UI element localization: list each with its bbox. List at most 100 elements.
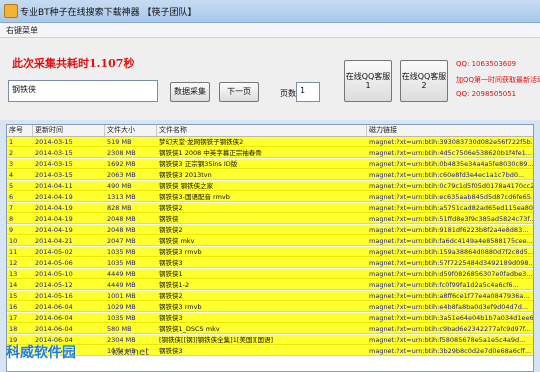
table-row[interactable]: 10 2014-04-21 2047 MB 钢铁侠 mkv magnet:?xt=urn…: [7, 236, 533, 246]
next-page-button[interactable]: 下一页: [219, 82, 259, 102]
qq-promo-text: 加QQ第一时间获取最新活动: [456, 76, 540, 84]
cell-name: 钢铁侠3 正宗钢3Sins ID版: [159, 160, 238, 168]
cell-name: 钢铁侠3: [159, 314, 183, 322]
cell-size: 2308 MB: [107, 149, 136, 157]
cell-date: 2014-04-19: [35, 215, 73, 223]
cell-date: 2014-03-15: [35, 160, 73, 168]
table-row[interactable]: 5 2014-04-11 490 MB 钢铁侠 钢铁侠之家 magnet:?xt=urn…: [7, 181, 533, 191]
cell-link: magnet:?xt=urn:btih:a8ff6ce1f77e4a084793…: [369, 292, 530, 300]
cell-n: 9: [9, 226, 14, 234]
table-row[interactable]: 19 2014-06-04 2304 MB [钢铁侠[[钢]]钢铁侠全集]1[美国][…: [7, 335, 533, 345]
qq-service-1-button[interactable]: 在线QQ客服1: [344, 60, 392, 102]
cell-n: 11: [9, 248, 18, 256]
cell-link: magnet:?xt=urn:btih:57f7225484d3492189d0…: [369, 259, 534, 267]
qq-service-2-button[interactable]: 在线QQ客服2: [400, 60, 448, 102]
cell-size: 490 MB: [107, 182, 132, 190]
cell-n: 6: [9, 193, 14, 201]
watermark-url: kkx.net: [112, 347, 150, 358]
cell-name: 钢铁侠: [159, 215, 179, 223]
title-bar: 专业BT种子在线搜索下载神器 【筷子团队】: [0, 0, 540, 23]
qq-contact-1: QQ: 1063503609: [456, 60, 517, 68]
table-row[interactable]: 3 2014-03-15 1692 MB 钢铁侠3 正宗钢3Sins ID版 magne…: [7, 159, 533, 169]
cell-name: 梦幻天堂·龙网钢铁子钢铁侠2: [159, 138, 244, 146]
cell-size: 2304 MB: [107, 336, 136, 344]
cell-date: 2014-04-19: [35, 193, 73, 201]
cell-name: 钢铁侠 钢铁侠之家: [159, 182, 214, 190]
cell-date: 2014-05-10: [35, 270, 73, 278]
cell-n: 15: [9, 292, 18, 300]
table-row[interactable]: 7 2014-04-19 828 MB 钢铁侠2 magnet:?xt=urn:btih…: [7, 203, 534, 213]
cell-n: 8: [9, 215, 14, 223]
cell-size: 2048 MB: [107, 226, 136, 234]
cell-link: magnet:?xt=urn:btih:c9bad6e2342277afc9d9…: [369, 325, 531, 333]
cell-date: 2014-03-15: [35, 138, 73, 146]
cell-link: magnet:?xt=urn:btih:a5751cad82ad65ed115e…: [369, 204, 534, 212]
cell-date: 2014-05-16: [35, 292, 73, 300]
cell-size: 4449 MB: [107, 270, 136, 278]
table-row[interactable]: 18 2014-06-04 580 MB 钢铁侠1_DSCS mkv magnet:?x…: [7, 324, 533, 334]
cell-size: 1035 MB: [107, 259, 136, 267]
cell-name: 钢铁侠3 rmvb: [159, 248, 202, 256]
results-table: 序号 更新时间 文件大小 文件名称 磁力链接 1 2014-03-15 519 MB…: [6, 124, 534, 372]
collect-button[interactable]: 数据采集: [170, 82, 210, 102]
column-header-index[interactable]: 序号: [7, 125, 33, 136]
page-label: 页数: [280, 89, 296, 98]
column-header-magnet[interactable]: 磁力链接: [367, 125, 533, 136]
cell-date: 2014-04-21: [35, 237, 73, 245]
table-header: 序号 更新时间 文件大小 文件名称 磁力链接: [7, 125, 533, 137]
page-input[interactable]: 1: [296, 82, 320, 102]
cell-link: magnet:?xt=urn:btih:51ffd8e3f9c385ad5824…: [369, 215, 534, 223]
cell-link: magnet:?xt=urn:btih:3a51e64e04b1b7a034d1…: [369, 314, 534, 322]
table-row[interactable]: 20 2014-10-26 1074 MB 钢铁侠3 magnet:?xt=urn:bt…: [7, 346, 533, 356]
cell-name: 钢铁侠 mkv: [159, 237, 195, 245]
cell-link: magnet:?xt=urn:btih:f58085678e5a1e5c4a9d…: [369, 336, 526, 344]
column-header-name[interactable]: 文件名称: [157, 125, 367, 136]
cell-date: 2014-06-04: [35, 314, 73, 322]
table-row[interactable]: 16 2014-06-04 1029 MB 钢铁侠3 rmvb magnet:?xt=u…: [7, 302, 533, 312]
cell-n: 2: [9, 149, 14, 157]
table-row[interactable]: 8 2014-04-19 2048 MB 钢铁侠 magnet:?xt=urn:btih…: [7, 214, 534, 224]
table-row[interactable]: 4 2014-03-15 2063 MB 钢铁侠3 2013tvn magnet:?xt…: [7, 170, 533, 180]
table-row[interactable]: 17 2014-06-04 1035 MB 钢铁侠3 magnet:?xt=urn:bt…: [7, 313, 534, 323]
cell-n: 14: [9, 281, 18, 289]
cell-name: 钢铁侠2: [159, 204, 183, 212]
cell-link: magnet:?xt=urn:btih:159a38864d0880d7f2c8…: [369, 248, 534, 256]
cell-size: 580 MB: [107, 325, 132, 333]
table-row[interactable]: 12 2014-05-06 1035 MB 钢铁侠3 magnet:?xt=urn:bt…: [7, 258, 534, 268]
table-row[interactable]: 15 2014-05-16 1001 MB 钢铁侠2 magnet:?xt=urn:bt…: [7, 291, 533, 301]
cell-link: magnet:?xt=urn:btih:3b29b8c0d2e7d0e68a6c…: [369, 347, 532, 355]
cell-link: magnet:?xt=urn:btih:4d5c7506e538620b1f4f…: [369, 149, 532, 157]
app-icon: [4, 4, 18, 18]
cell-link: magnet:?xt=urn:btih:fc0f99fa1d2a5c4a6cf6…: [369, 281, 519, 289]
search-input[interactable]: 钢铁侠: [8, 80, 158, 102]
cell-n: 17: [9, 314, 18, 322]
cell-date: 2014-03-15: [35, 171, 73, 179]
table-row[interactable]: 9 2014-04-19 2048 MB 钢铁侠2 magnet:?xt=urn:bti…: [7, 225, 533, 235]
cell-link: magnet:?xt=urn:btih:ec635aab845d5d87cd6f…: [369, 193, 534, 201]
cell-name: 钢铁侠3-国语配音 rmvb: [159, 193, 230, 201]
cell-size: 2063 MB: [107, 171, 136, 179]
table-row[interactable]: 6 2014-04-19 1313 MB 钢铁侠3-国语配音 rmvb magnet:?…: [7, 192, 534, 202]
cell-date: 2014-05-02: [35, 248, 73, 256]
cell-name: 钢铁侠3: [159, 347, 183, 355]
cell-date: 2014-04-11: [35, 182, 73, 190]
menu-item-context[interactable]: 右键菜单: [6, 25, 38, 36]
cell-size: 2048 MB: [107, 215, 136, 223]
table-row[interactable]: 13 2014-05-10 4449 MB 钢铁侠1 magnet:?xt=urn:bt…: [7, 269, 533, 279]
cell-size: 1035 MB: [107, 248, 136, 256]
column-header-date[interactable]: 更新时间: [33, 125, 105, 136]
cell-link: magnet:?xt=urn:btih:c60e8fd3e4ec1a1c7bd0…: [369, 171, 525, 179]
table-row[interactable]: 11 2014-05-02 1035 MB 钢铁侠3 rmvb magnet:?xt=u…: [7, 247, 534, 257]
column-header-size[interactable]: 文件大小: [105, 125, 157, 136]
elapsed-status: 此次采集共耗时1.107秒: [12, 57, 135, 70]
qq-contact-2: QQ: 2098505051: [456, 90, 517, 98]
cell-name: 钢铁侠3 rmvb: [159, 303, 202, 311]
table-row[interactable]: 14 2014-05-12 4449 MB 钢铁侠1-2 magnet:?xt=urn:…: [7, 280, 533, 290]
cell-name: [钢铁侠[[钢]]钢铁侠全集]1[美国][国语]: [159, 336, 273, 344]
cell-name: 钢铁侠2: [159, 292, 183, 300]
table-row[interactable]: 2 2014-03-15 2308 MB 钢铁侠1 2008 中英字幕正宗袖春骨 mag…: [7, 148, 533, 158]
table-row[interactable]: 1 2014-03-15 519 MB 梦幻天堂·龙网钢铁子钢铁侠2 magnet:?x…: [7, 137, 533, 147]
cell-n: 1: [9, 138, 14, 146]
cell-n: 12: [9, 259, 18, 267]
menu-bar: 右键菜单: [0, 23, 540, 38]
